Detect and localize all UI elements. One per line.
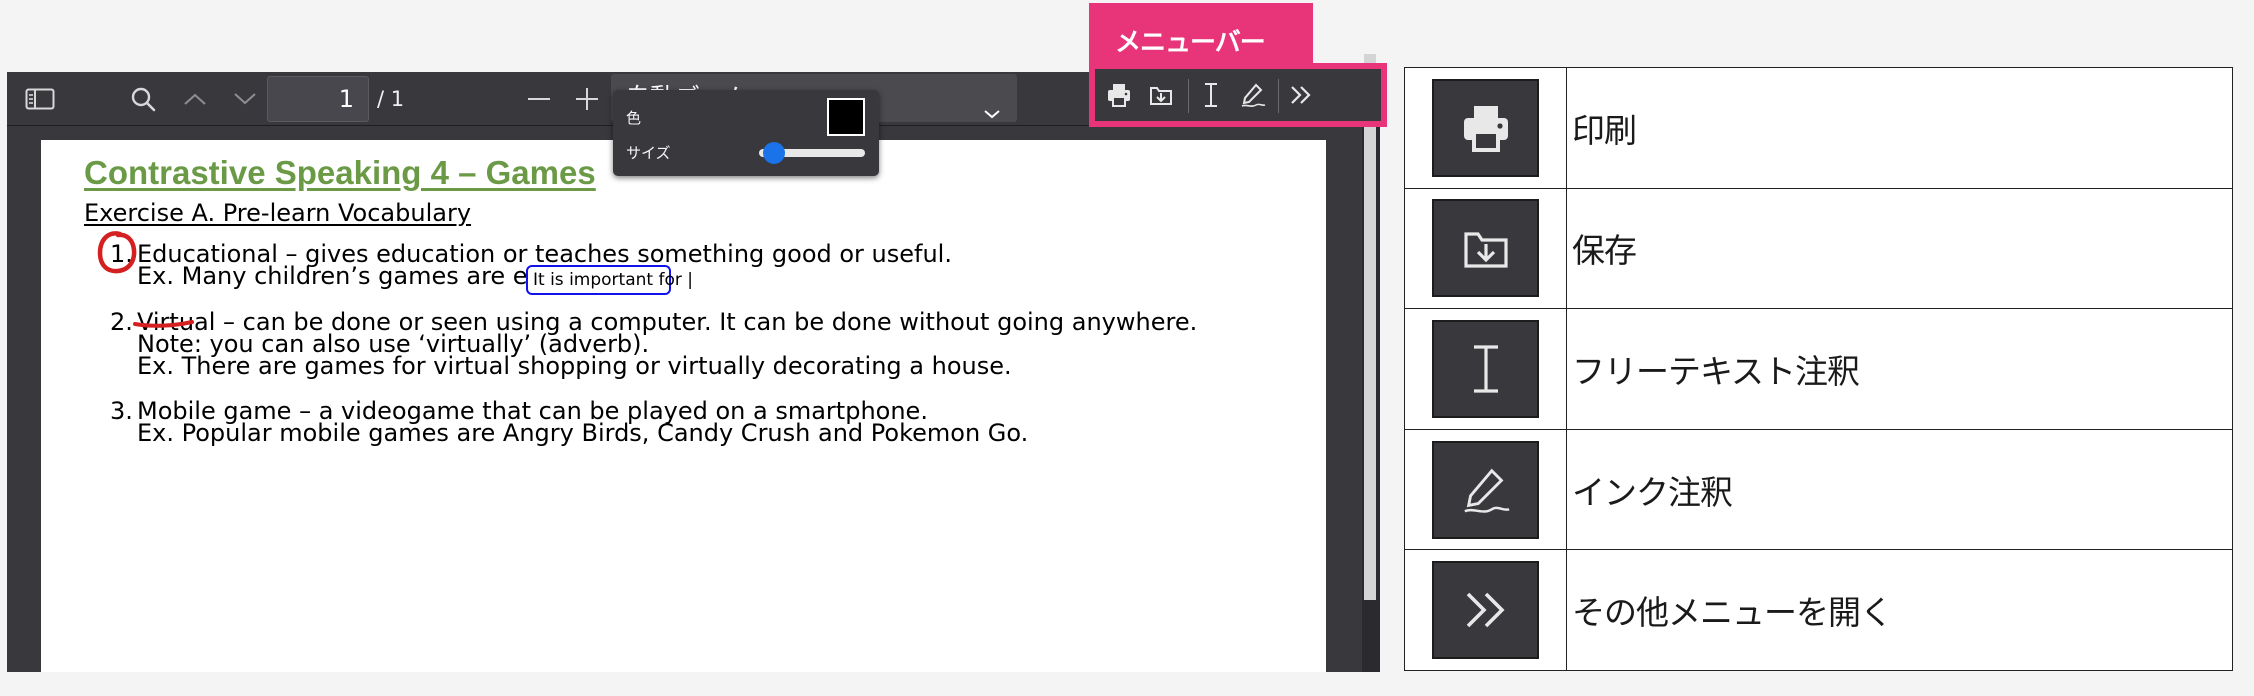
toolbar-separator: [1278, 79, 1279, 113]
zoom-out-icon[interactable]: [519, 72, 559, 126]
item-number: 2.: [110, 308, 133, 336]
size-label: サイズ: [626, 144, 671, 162]
save-icon[interactable]: [1141, 75, 1181, 115]
more-menu-icon[interactable]: [1281, 75, 1321, 115]
legend-row: 保存: [1404, 187, 2233, 310]
legend-row: 印刷: [1404, 67, 2233, 189]
save-icon: [1432, 199, 1539, 298]
free-text-annotation[interactable]: It is important for |: [526, 265, 693, 295]
legend-label: インク注釈: [1566, 428, 2233, 551]
scrollbar-thumb[interactable]: [1364, 54, 1376, 600]
ink-settings-popup: 色 サイズ: [613, 90, 879, 176]
zoom-in-icon[interactable]: [567, 72, 607, 126]
legend-label: その他メニューを開く: [1566, 549, 2233, 671]
free-text-icon: [1432, 319, 1539, 418]
item-line: Ex. Popular mobile games are Angry Birds…: [137, 419, 1029, 447]
legend-label: 保存: [1566, 187, 2233, 310]
ink-icon: [1432, 440, 1539, 539]
document-title: Contrastive Speaking 4 – Games: [84, 154, 596, 191]
size-slider-thumb[interactable]: [763, 142, 786, 164]
more-menu-icon: [1432, 561, 1539, 660]
toolbar-separator: [1188, 79, 1189, 113]
chevron-down-icon: [983, 88, 1001, 136]
legend-row: フリーテキスト注釈: [1404, 308, 2233, 430]
search-icon[interactable]: [123, 72, 163, 126]
menubar-highlight-box: [1089, 63, 1387, 127]
menu-legend-table: 印刷 保存 フリーテキスト注釈 インク注釈 その他メニューを開く: [1404, 67, 2233, 671]
page-number-input[interactable]: [267, 76, 369, 122]
legend-row: インク注釈: [1404, 428, 2233, 551]
color-label: 色: [626, 109, 642, 127]
legend-label: 印刷: [1566, 67, 2233, 189]
legend-label: フリーテキスト注釈: [1566, 308, 2233, 430]
next-page-icon[interactable]: [225, 72, 265, 126]
previous-page-icon[interactable]: [175, 72, 215, 126]
item-line: Ex. There are games for virtual shopping…: [137, 352, 1012, 380]
ink-icon[interactable]: [1233, 75, 1273, 115]
menubar-callout-label: メニューバー: [1115, 28, 1266, 58]
ink-underline-annotation[interactable]: [132, 316, 196, 330]
color-swatch[interactable]: [827, 98, 865, 136]
sidebar-toggle-icon[interactable]: [17, 72, 63, 126]
page-count: / 1: [377, 87, 405, 111]
print-icon[interactable]: [1099, 75, 1139, 115]
print-icon: [1432, 78, 1539, 177]
legend-row: その他メニューを開く: [1404, 549, 2233, 671]
free-text-icon[interactable]: [1191, 75, 1231, 115]
ink-circle-annotation[interactable]: [96, 228, 138, 276]
exercise-heading: Exercise A. Pre-learn Vocabulary: [84, 199, 472, 227]
item-number: 3.: [110, 397, 133, 425]
